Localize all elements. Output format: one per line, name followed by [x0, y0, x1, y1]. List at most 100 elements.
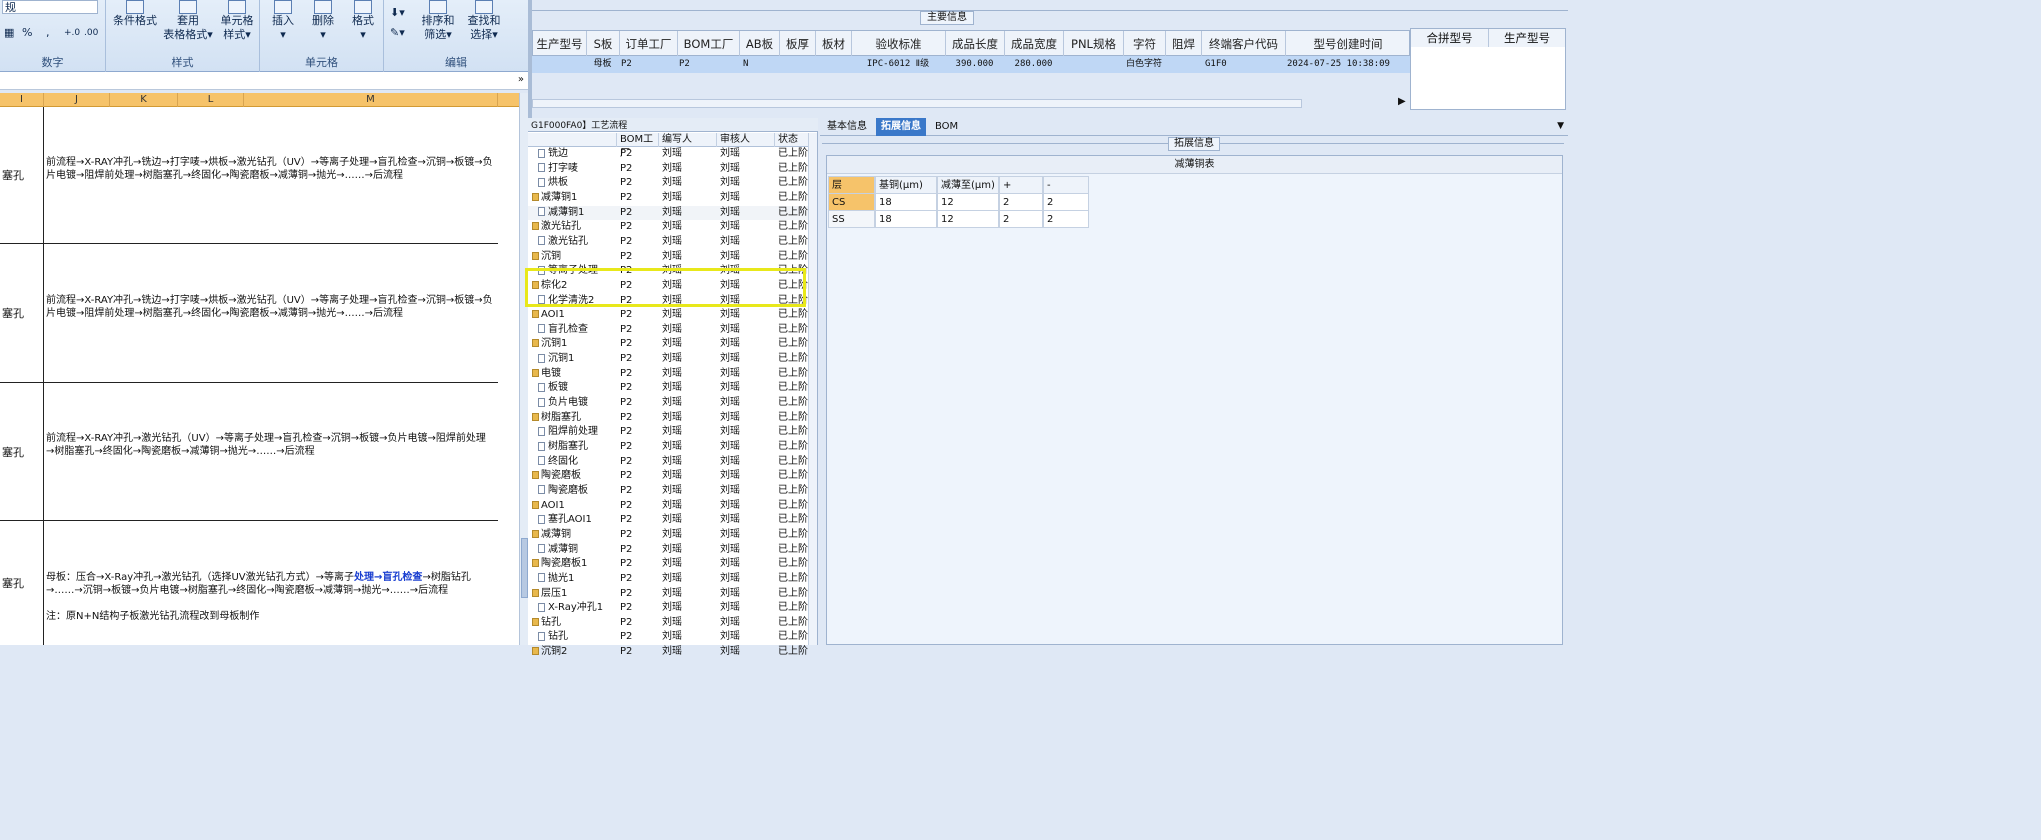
header-cell[interactable]: 验收标准: [852, 31, 946, 57]
header-cell[interactable]: 型号创建时间: [1286, 31, 1410, 57]
header-cell[interactable]: 字符: [1124, 31, 1166, 57]
cell-m[interactable]: 母板：压合→X-Ray冲孔→激光钻孔（选择UV激光钻孔方式）→等离子处理→盲孔检…: [46, 571, 494, 623]
thk-cell[interactable]: 12: [937, 193, 999, 211]
expand-icon[interactable]: »: [518, 74, 524, 85]
tab-bom[interactable]: BOM: [930, 118, 963, 136]
thk-cell[interactable]: 2: [1043, 210, 1089, 228]
percent-button[interactable]: %: [22, 26, 32, 40]
process-row[interactable]: 阻焊前处理 P2 刘瑶 刘瑶 已上阶: [528, 425, 813, 440]
process-row[interactable]: 激光钻孔 P2 刘瑶 刘瑶 已上阶: [528, 220, 813, 235]
tab-basic-info[interactable]: 基本信息: [822, 118, 872, 136]
main-info-selected-row[interactable]: 母板 P2 P2 N IPC-6012 Ⅱ级 390.000 280.000 白…: [532, 56, 1410, 73]
table-format-button[interactable]: 套用 表格格式▾: [160, 0, 216, 42]
thk-cell[interactable]: SS: [828, 210, 875, 228]
merge-header-1[interactable]: 合拼型号: [1411, 29, 1489, 47]
column-header-i[interactable]: I: [0, 93, 44, 107]
column-header-l[interactable]: L: [178, 93, 244, 107]
cell-m[interactable]: 前流程→X-RAY冲孔→激光钻孔（UV）→等离子处理→盲孔检查→沉铜→板镀→负片…: [46, 432, 494, 458]
header-cell[interactable]: 订单工厂: [620, 31, 678, 57]
thk-cell[interactable]: CS: [828, 193, 875, 211]
process-row[interactable]: 减薄铜1 P2 刘瑶 刘瑶 已上阶: [528, 205, 813, 221]
tab-extended-info[interactable]: 拓展信息: [876, 118, 926, 136]
header-cell[interactable]: PNL规格: [1064, 31, 1124, 57]
cell-i[interactable]: 塞孔: [0, 521, 44, 645]
scroll-right-icon[interactable]: ▶: [1398, 96, 1406, 107]
process-row[interactable]: 铣边 P2 刘瑶 刘瑶 已上阶: [528, 147, 813, 162]
thk-cell[interactable]: 18: [875, 193, 937, 211]
process-header-cell[interactable]: BOM工厂: [616, 133, 658, 159]
cell-m[interactable]: 前流程→X-RAY冲孔→铣边→打字唛→烘板→激光钻孔（UV）→等离子处理→盲孔检…: [46, 156, 494, 182]
header-cell[interactable]: 成品长度: [946, 31, 1005, 57]
process-row[interactable]: 钻孔 P2 刘瑶 刘瑶 已上阶: [528, 616, 813, 631]
header-cell[interactable]: S板: [587, 31, 620, 57]
column-header-k[interactable]: K: [110, 93, 178, 107]
clear-icon[interactable]: ✎▾: [390, 26, 405, 40]
number-format-dropdown[interactable]: 规: [2, 0, 98, 14]
thk-cell[interactable]: 12: [937, 210, 999, 228]
header-cell[interactable]: BOM工厂: [678, 31, 740, 57]
thk-cell[interactable]: 2: [1043, 193, 1089, 211]
header-cell[interactable]: 阻焊: [1166, 31, 1202, 57]
chevron-down-icon[interactable]: ▼: [1557, 121, 1564, 131]
header-cell[interactable]: 板厚: [780, 31, 816, 57]
process-row[interactable]: 减薄铜1 P2 刘瑶 刘瑶 已上阶: [528, 191, 813, 206]
formula-bar[interactable]: »: [0, 72, 528, 90]
decrease-decimal-button[interactable]: .00: [84, 26, 98, 40]
cell-i[interactable]: 塞孔: [0, 383, 44, 520]
find-select-button[interactable]: 查找和 选择▾: [462, 0, 506, 42]
header-cell[interactable]: 生产型号: [533, 31, 587, 57]
process-row[interactable]: 烘板 P2 刘瑶 刘瑶 已上阶: [528, 176, 813, 191]
main-hscrollbar[interactable]: [532, 99, 1302, 108]
header-cell[interactable]: 成品宽度: [1005, 31, 1064, 57]
process-row[interactable]: 沉铜2 P2 刘瑶 刘瑶 已上阶: [528, 645, 813, 660]
process-row[interactable]: 激光钻孔 P2 刘瑶 刘瑶 已上阶: [528, 235, 813, 250]
thk-header-base[interactable]: 基铜(μm): [875, 176, 937, 194]
process-row[interactable]: 陶瓷磨板 P2 刘瑶 刘瑶 已上阶: [528, 484, 813, 499]
insert-button[interactable]: 插入 ▾: [264, 0, 302, 42]
process-row[interactable]: 树脂塞孔 P2 刘瑶 刘瑶 已上阶: [528, 411, 813, 426]
process-row[interactable]: 钻孔 P2 刘瑶 刘瑶 已上阶: [528, 630, 813, 645]
cell-m[interactable]: 前流程→X-RAY冲孔→铣边→打字唛→烘板→激光钻孔（UV）→等离子处理→盲孔检…: [46, 294, 494, 320]
currency-icon[interactable]: ▦: [4, 26, 14, 40]
process-row[interactable]: 抛光1 P2 刘瑶 刘瑶 已上阶: [528, 572, 813, 587]
process-row[interactable]: 盲孔检查 P2 刘瑶 刘瑶 已上阶: [528, 323, 813, 338]
process-row[interactable]: 树脂塞孔 P2 刘瑶 刘瑶 已上阶: [528, 440, 813, 455]
cell-style-button[interactable]: 单元格 样式▾: [216, 0, 258, 42]
comma-button[interactable]: ,: [46, 26, 50, 40]
delete-button[interactable]: 删除 ▾: [304, 0, 342, 42]
process-row[interactable]: 层压1 P2 刘瑶 刘瑶 已上阶: [528, 587, 813, 602]
cell-i[interactable]: 塞孔: [0, 244, 44, 382]
conditional-format-button[interactable]: 条件格式: [110, 0, 160, 28]
header-cell[interactable]: AB板: [740, 31, 780, 57]
thk-cell[interactable]: 2: [999, 210, 1043, 228]
process-header-cell[interactable]: 编写人: [658, 133, 716, 147]
header-cell[interactable]: 终端客户代码: [1202, 31, 1286, 57]
merge-header-2[interactable]: 生产型号: [1489, 29, 1565, 47]
thk-cell[interactable]: 2: [999, 193, 1043, 211]
process-row[interactable]: 减薄铜 P2 刘瑶 刘瑶 已上阶: [528, 543, 813, 558]
increase-decimal-button[interactable]: +.0: [64, 26, 80, 40]
thk-header-minus[interactable]: -: [1043, 176, 1089, 194]
column-header-m[interactable]: M: [244, 93, 498, 107]
process-row[interactable]: AOI1 P2 刘瑶 刘瑶 已上阶: [528, 308, 813, 323]
column-header-j[interactable]: J: [44, 93, 110, 107]
process-row[interactable]: AOI1 P2 刘瑶 刘瑶 已上阶: [528, 499, 813, 514]
process-scrollbar[interactable]: [808, 133, 817, 645]
process-row[interactable]: 负片电镀 P2 刘瑶 刘瑶 已上阶: [528, 396, 813, 411]
process-row[interactable]: 陶瓷磨板 P2 刘瑶 刘瑶 已上阶: [528, 469, 813, 484]
process-row[interactable]: 沉铜 P2 刘瑶 刘瑶 已上阶: [528, 250, 813, 265]
thk-header-plus[interactable]: +: [999, 176, 1043, 194]
process-row[interactable]: 沉铜1 P2 刘瑶 刘瑶 已上阶: [528, 337, 813, 352]
thk-cell[interactable]: 18: [875, 210, 937, 228]
header-cell[interactable]: 板材: [816, 31, 852, 57]
process-row[interactable]: 终固化 P2 刘瑶 刘瑶 已上阶: [528, 455, 813, 470]
process-row[interactable]: 打字唛 P2 刘瑶 刘瑶 已上阶: [528, 162, 813, 177]
scrollbar-thumb[interactable]: [521, 538, 528, 598]
process-row[interactable]: X-Ray冲孔1 P2 刘瑶 刘瑶 已上阶: [528, 601, 813, 616]
process-row[interactable]: 沉铜1 P2 刘瑶 刘瑶 已上阶: [528, 352, 813, 367]
process-row[interactable]: 板镀 P2 刘瑶 刘瑶 已上阶: [528, 381, 813, 396]
process-row[interactable]: 电镀 P2 刘瑶 刘瑶 已上阶: [528, 367, 813, 382]
sort-filter-button[interactable]: 排序和 筛选▾: [416, 0, 460, 42]
process-row[interactable]: 陶瓷磨板1 P2 刘瑶 刘瑶 已上阶: [528, 557, 813, 572]
thk-header-target[interactable]: 减薄至(μm): [937, 176, 999, 194]
